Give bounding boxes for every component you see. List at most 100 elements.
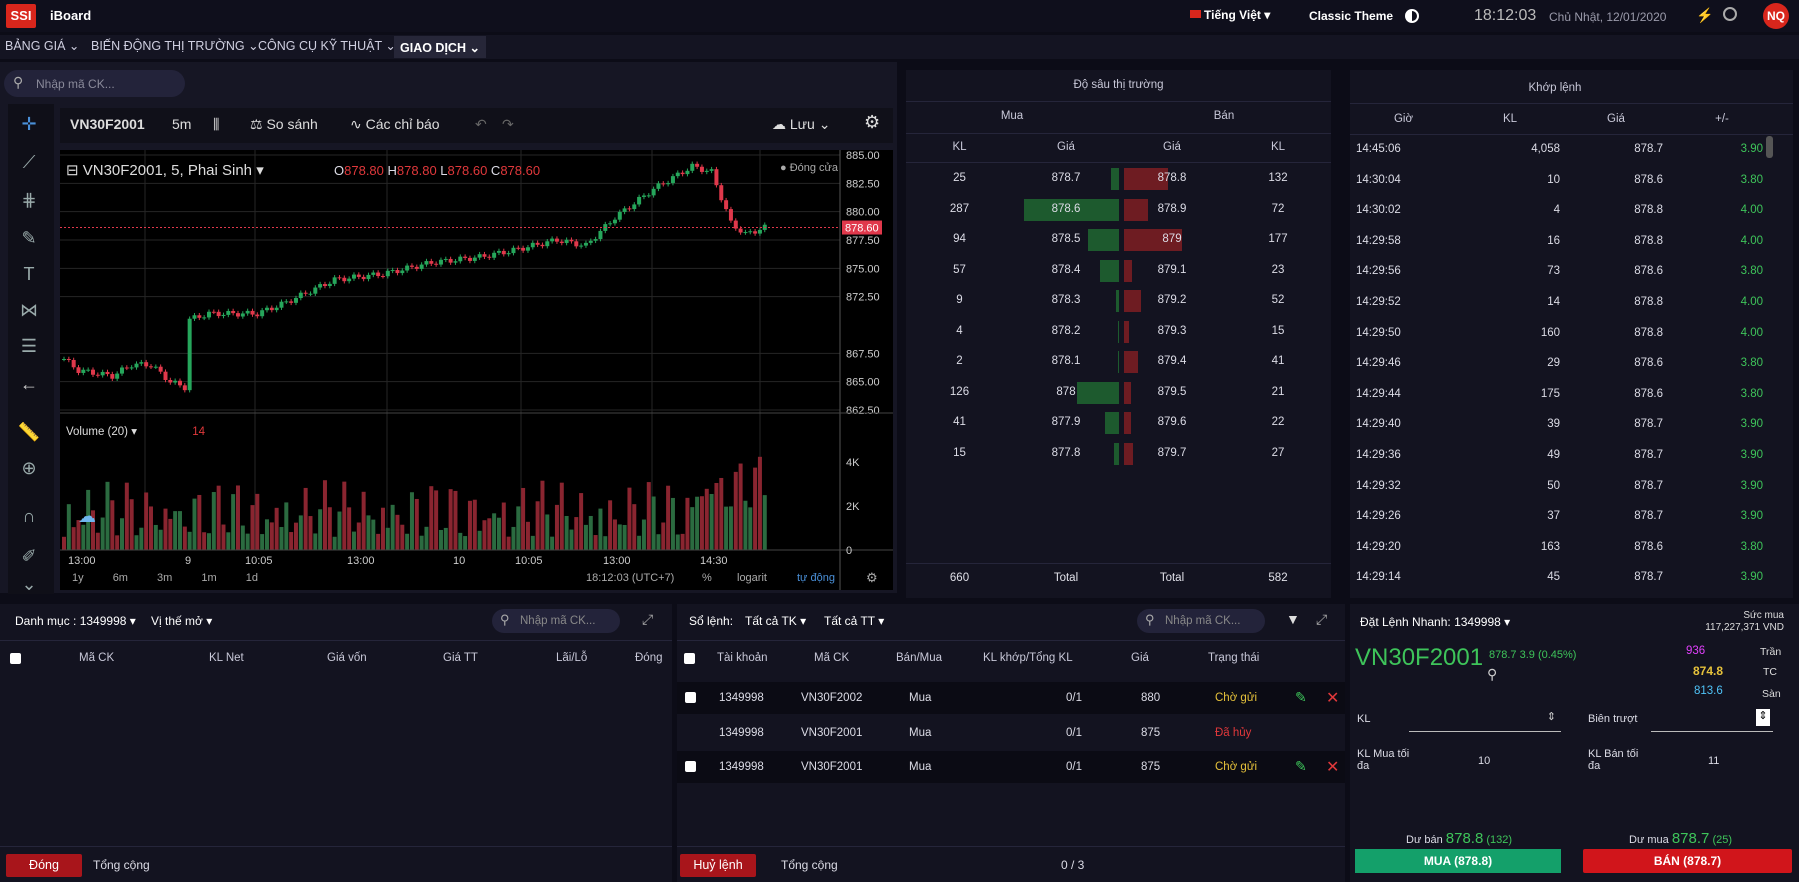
depth-buy-qty[interactable]: 57 [906, 264, 1013, 276]
nav-cong-cu[interactable]: CÔNG CỤ KỸ THUẬT ⌄ [258, 38, 396, 53]
depth-sell-qty[interactable]: 22 [1225, 416, 1331, 428]
edit-icon[interactable]: ✎ [1295, 689, 1307, 706]
depth-sell-price[interactable]: 879.3 [1119, 325, 1225, 337]
depth-sell-price[interactable]: 879.7 [1119, 447, 1225, 459]
bolt-icon[interactable]: ⚡ [1696, 7, 1713, 24]
chart-search[interactable]: ⚲ Nhập mã CK... [4, 70, 185, 97]
depth-buy-price[interactable]: 878.7 [1013, 172, 1119, 184]
buy-button[interactable]: MUA (878.8) [1355, 849, 1561, 873]
slip-input[interactable]: ⇕ [1651, 708, 1773, 732]
trendline-icon[interactable]: ⟋ [14, 152, 44, 178]
history-icon[interactable] [1723, 7, 1737, 21]
depth-sell-qty[interactable]: 27 [1225, 447, 1331, 459]
depth-sell-price[interactable]: 879.6 [1119, 416, 1225, 428]
lock-draw-icon[interactable]: ✐ [14, 546, 44, 572]
nav-giao-dich[interactable]: GIAO DỊCH ⌄ [394, 36, 486, 58]
depth-buy-qty[interactable]: 94 [906, 233, 1013, 245]
depth-buy-qty[interactable]: 2 [906, 355, 1013, 367]
depth-sell-price[interactable]: 878.9 [1119, 203, 1225, 215]
scrollbar[interactable] [1766, 136, 1773, 158]
select-all-checkbox[interactable] [10, 653, 21, 664]
depth-buy-qty[interactable]: 41 [906, 416, 1013, 428]
theme-label[interactable]: Classic Theme [1309, 9, 1393, 23]
depth-sell-price[interactable]: 879 [1119, 233, 1225, 245]
depth-sell-qty[interactable]: 72 [1225, 203, 1331, 215]
ssi-logo[interactable]: SSI [6, 4, 36, 28]
sell-button[interactable]: BÁN (878.7) [1583, 849, 1792, 873]
range-buttons[interactable]: 1y 6m 3m 1m 1d [72, 572, 258, 584]
stepper-icon[interactable]: ⇕ [1547, 710, 1556, 723]
depth-buy-price[interactable]: 877.9 [1013, 416, 1119, 428]
portfolio-search[interactable]: ⚲ Nhập mã CK... [492, 609, 620, 633]
avatar[interactable]: NQ [1763, 3, 1789, 29]
depth-sell-qty[interactable]: 23 [1225, 264, 1331, 276]
depth-buy-price[interactable]: 878.6 [1013, 203, 1119, 215]
depth-buy-qty[interactable]: 4 [906, 325, 1013, 337]
ruler-icon[interactable]: 📏 [14, 422, 44, 448]
log-toggle[interactable]: logarit [737, 572, 767, 584]
delete-icon[interactable]: ✕ [1326, 688, 1339, 708]
depth-buy-qty[interactable]: 287 [906, 203, 1013, 215]
interval-button[interactable]: 5m [172, 116, 191, 132]
volume-legend[interactable]: Volume (20) ▾ 14 [66, 424, 205, 438]
nav-bang-gia[interactable]: BẢNG GIÁ ⌄ [5, 38, 79, 53]
depth-buy-price[interactable]: 878.2 [1013, 325, 1119, 337]
chart-settings-icon[interactable]: ⚙ [866, 570, 878, 586]
depth-buy-price[interactable]: 878.5 [1013, 233, 1119, 245]
depth-sell-price[interactable]: 879.5 [1119, 386, 1225, 398]
cancel-order-button[interactable]: Huỷ lệnh [680, 854, 756, 877]
depth-sell-qty[interactable]: 15 [1225, 325, 1331, 337]
percent-toggle[interactable]: % [702, 572, 712, 584]
quick-symbol[interactable]: VN30F2001 [1355, 644, 1483, 672]
depth-sell-qty[interactable]: 41 [1225, 355, 1331, 367]
price-chart[interactable]: 885.00 882.50 880.00 877.50 875.00 872.50 867.… [60, 150, 893, 590]
candle-type-icon[interactable]: ⫼ [213, 116, 219, 133]
open-position-selector[interactable]: Vị thế mở ▾ [151, 614, 212, 628]
status-filter[interactable]: Tất cả TT ▾ [824, 614, 884, 628]
order-checkbox[interactable] [685, 761, 696, 772]
save-button[interactable]: ☁ Lưu ⌄ [772, 116, 830, 133]
zoom-icon[interactable]: ⊕ [14, 458, 44, 484]
pattern-icon[interactable]: ⋈ [14, 300, 44, 326]
category-selector[interactable]: Danh mục : 1349998 ▾ [15, 614, 136, 628]
undo-icon[interactable]: ↶ [475, 116, 487, 133]
depth-buy-price[interactable]: 878.3 [1013, 294, 1119, 306]
depth-buy-qty[interactable]: 126 [906, 386, 1013, 398]
compare-button[interactable]: ⚖ So sánh [250, 116, 318, 133]
settings-icon[interactable]: ⚙ [864, 112, 880, 133]
edit-icon[interactable]: ✎ [1295, 758, 1307, 775]
measure-lines-icon[interactable]: ☰ [14, 336, 44, 362]
depth-buy-price[interactable]: 877.8 [1013, 447, 1119, 459]
depth-buy-qty[interactable]: 15 [906, 447, 1013, 459]
depth-sell-qty[interactable]: 21 [1225, 386, 1331, 398]
depth-sell-qty[interactable]: 177 [1225, 233, 1331, 245]
chart-legend-title[interactable]: ⊟ VN30F2001, 5, Phai Sinh ▾ [66, 161, 264, 179]
order-checkbox[interactable] [685, 692, 696, 703]
theme-toggle-icon[interactable] [1405, 9, 1419, 23]
depth-buy-price[interactable]: 878 [1013, 386, 1119, 398]
account-filter[interactable]: Tất cả TK ▾ [745, 614, 806, 628]
close-position-button[interactable]: Đóng [6, 854, 82, 877]
nav-bien-dong[interactable]: BIẾN ĐỘNG THỊ TRƯỜNG ⌄ [91, 38, 259, 53]
depth-sell-price[interactable]: 879.4 [1119, 355, 1225, 367]
quick-order-title[interactable]: Đặt Lệnh Nhanh: 1349998 ▾ [1360, 615, 1510, 629]
auto-toggle[interactable]: tự động [797, 572, 835, 584]
depth-buy-price[interactable]: 878.1 [1013, 355, 1119, 367]
delete-icon[interactable]: ✕ [1326, 757, 1339, 777]
expand-icon[interactable]: ⤢ [1316, 611, 1327, 628]
stepper-icon[interactable]: ⇕ [1756, 709, 1770, 726]
back-arrow-icon[interactable]: ← [14, 374, 44, 400]
brush-icon[interactable]: ✎ [14, 228, 44, 254]
text-icon[interactable]: T [14, 264, 44, 290]
kl-input[interactable]: ⇕ [1409, 708, 1561, 732]
language-selector[interactable]: Tiếng Việt ▾ [1204, 8, 1270, 22]
select-all-checkbox[interactable] [684, 653, 695, 664]
depth-sell-qty[interactable]: 132 [1225, 172, 1331, 184]
magnet-icon[interactable]: ∩ [14, 506, 44, 532]
depth-buy-price[interactable]: 878.4 [1013, 264, 1119, 276]
indicators-button[interactable]: ∿ Các chỉ báo [350, 116, 440, 133]
orders-search[interactable]: ⚲ Nhập mã CK... [1137, 609, 1265, 633]
depth-buy-qty[interactable]: 25 [906, 172, 1013, 184]
filter-icon[interactable]: ▼ [1286, 611, 1300, 627]
chart-symbol[interactable]: VN30F2001 [70, 116, 145, 132]
